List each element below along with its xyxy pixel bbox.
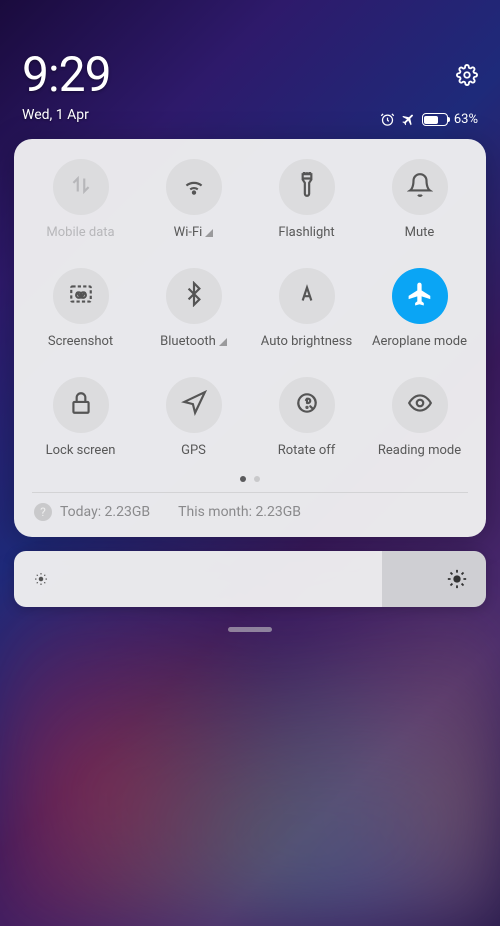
brightness-slider[interactable] — [14, 551, 486, 607]
settings-button[interactable] — [456, 64, 478, 90]
brightness-high-icon — [446, 568, 468, 590]
airplane-status-icon — [401, 112, 416, 127]
clock-time: 9:29 — [22, 46, 478, 103]
brightness-low-icon — [32, 570, 50, 588]
brightness-track-remaining — [382, 551, 486, 607]
status-bar: 9:29 Wed, 1 Apr 63% — [0, 0, 500, 133]
alarm-icon — [380, 112, 395, 127]
status-icons: 63% — [380, 112, 478, 127]
gear-icon — [456, 64, 478, 86]
battery-percent: 63% — [454, 112, 478, 127]
battery-icon — [422, 113, 448, 126]
